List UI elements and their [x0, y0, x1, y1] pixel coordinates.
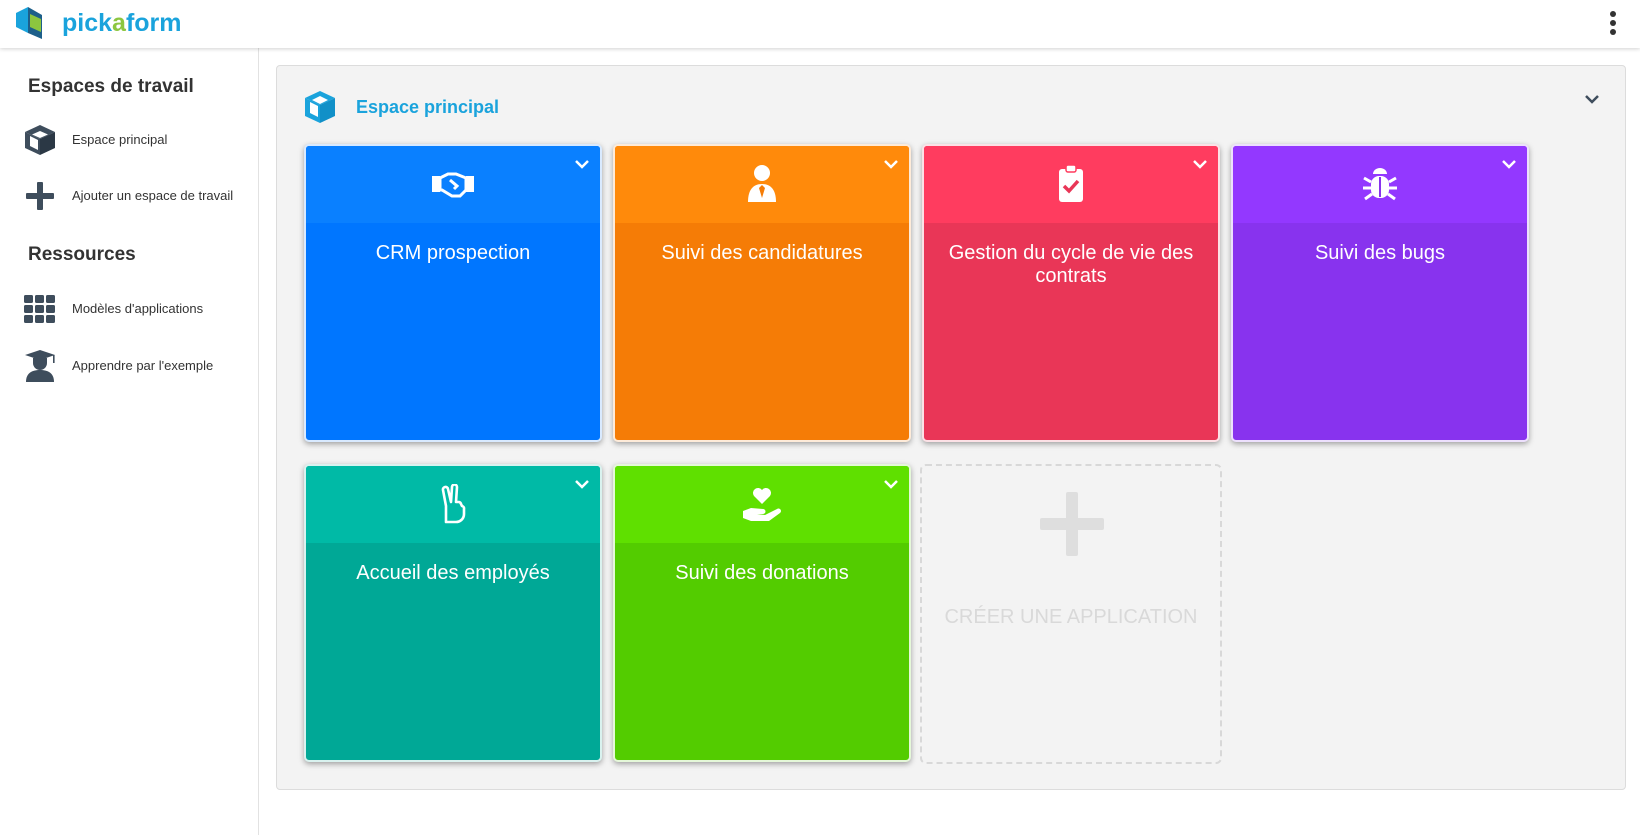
workspace-panel: Espace principal CRM prospection Suivi d…	[276, 65, 1626, 790]
sidebar: Espaces de travail Espace principal Ajou…	[0, 48, 259, 835]
chevron-down-icon[interactable]	[1583, 92, 1601, 106]
app-card-suivi-bugs[interactable]: Suivi des bugs	[1231, 144, 1529, 442]
workspaces-title: Espaces de travail	[28, 76, 194, 97]
sidebar-item-label: Espace principal	[72, 132, 168, 147]
chevron-down-icon[interactable]	[574, 157, 590, 171]
app-card-gestion-contrats[interactable]: Gestion du cycle de vie des contrats	[922, 144, 1220, 442]
hand-peace-icon	[441, 484, 466, 524]
app-card-crm-prospection[interactable]: CRM prospection	[304, 144, 602, 442]
chevron-down-icon[interactable]	[883, 157, 899, 171]
app-title: Suivi des bugs	[1314, 242, 1446, 264]
workspace-title[interactable]: Espace principal	[356, 97, 499, 118]
sidebar-item-app-templates[interactable]: Modèles d'applications	[22, 286, 250, 330]
create-application-button[interactable]: CRÉER UNE APPLICATION	[920, 464, 1222, 764]
bug-icon	[1363, 168, 1397, 201]
kebab-menu-icon[interactable]	[1606, 10, 1620, 38]
brand-part-1: pick	[62, 9, 113, 37]
app-card-accueil-employes[interactable]: Accueil des employés	[304, 464, 602, 762]
cube-icon	[305, 91, 335, 123]
chevron-down-icon[interactable]	[1192, 157, 1208, 171]
sidebar-item-espace-principal[interactable]: Espace principal	[22, 117, 250, 161]
chevron-down-icon[interactable]	[1501, 157, 1517, 171]
graduate-icon	[25, 350, 55, 382]
brand-part-2: a	[112, 9, 126, 37]
chevron-down-icon[interactable]	[574, 477, 590, 491]
hand-holding-heart-icon	[743, 488, 781, 521]
app-title: Suivi des candidatures	[661, 242, 863, 264]
app-card-suivi-donations[interactable]: Suivi des donations	[613, 464, 911, 762]
app-title: Gestion du cycle de vie des contrats	[948, 242, 1194, 287]
clipboard-check-icon	[1059, 164, 1083, 202]
app-card-suivi-candidatures[interactable]: Suivi des candidatures	[613, 144, 911, 442]
cube-icon	[25, 125, 55, 155]
app-title: Suivi des donations	[675, 562, 849, 584]
brand-name[interactable]: pickaform	[62, 9, 182, 38]
pickaform-logo-icon[interactable]	[14, 5, 46, 39]
user-tie-icon	[748, 165, 776, 202]
chevron-down-icon[interactable]	[883, 477, 899, 491]
sidebar-item-label: Modèles d'applications	[72, 301, 204, 316]
brand-part-3: form	[125, 9, 182, 37]
create-application-label: CRÉER UNE APPLICATION	[944, 606, 1198, 628]
app-title: Accueil des employés	[356, 562, 550, 584]
sidebar-item-learn-by-example[interactable]: Apprendre par l'exemple	[22, 343, 250, 387]
sidebar-item-add-workspace[interactable]: Ajouter un espace de travail	[22, 173, 250, 217]
app-title: CRM prospection	[375, 242, 531, 264]
handshake-icon	[432, 172, 474, 198]
grid-icon	[24, 295, 55, 323]
plus-icon	[1040, 492, 1104, 556]
sidebar-item-label: Apprendre par l'exemple	[72, 358, 214, 373]
plus-icon	[26, 182, 54, 210]
top-bar: pickaform	[0, 0, 1640, 48]
resources-title: Ressources	[28, 244, 136, 265]
sidebar-item-label: Ajouter un espace de travail	[72, 188, 234, 203]
